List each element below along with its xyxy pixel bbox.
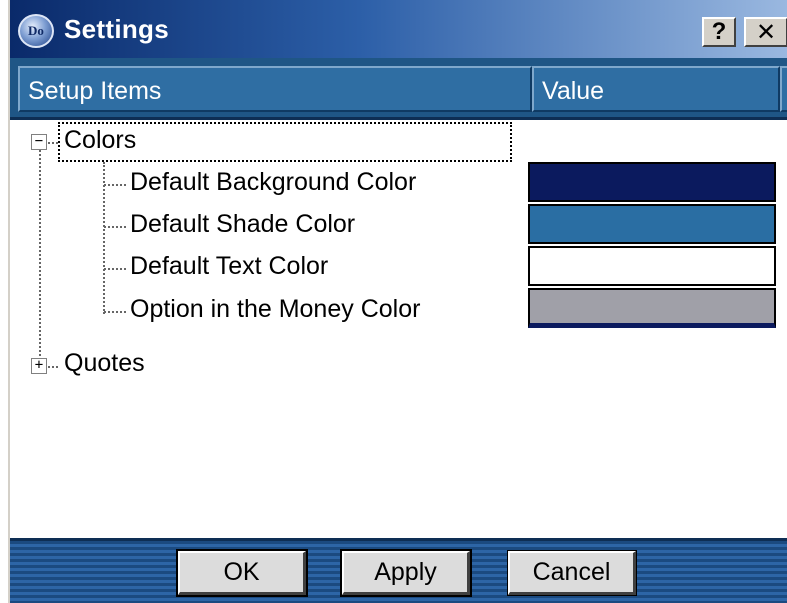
tree-connector bbox=[104, 268, 126, 270]
column-header-value[interactable]: Value bbox=[532, 66, 780, 112]
title-bar[interactable]: Do Settings ? ✕ bbox=[10, 0, 787, 58]
tree-node-quotes[interactable]: Quotes bbox=[64, 349, 145, 378]
button-bar: OK Apply Cancel bbox=[10, 538, 787, 603]
settings-window: Do Settings ? ✕ Setup Items Value − Colo… bbox=[8, 0, 787, 603]
tree-connector-root bbox=[39, 150, 41, 368]
expand-icon[interactable]: + bbox=[31, 358, 47, 374]
tree-node-option-in-the-money-color[interactable]: Option in the Money Color bbox=[130, 295, 420, 324]
close-button[interactable]: ✕ bbox=[744, 17, 787, 47]
ok-button[interactable]: OK bbox=[176, 549, 308, 597]
tree-connector bbox=[104, 311, 126, 313]
color-swatch-default-background[interactable] bbox=[528, 162, 776, 202]
tree-node-colors[interactable]: Colors bbox=[58, 122, 512, 162]
tree-connector bbox=[104, 184, 126, 186]
color-swatch-default-text[interactable] bbox=[528, 246, 776, 286]
app-icon: Do bbox=[18, 14, 54, 48]
tree-node-default-shade-color[interactable]: Default Shade Color bbox=[130, 210, 355, 239]
cancel-button[interactable]: Cancel bbox=[507, 550, 637, 596]
column-header-extra bbox=[780, 66, 787, 112]
tree-node-default-text-color[interactable]: Default Text Color bbox=[130, 252, 328, 281]
window-title: Settings bbox=[64, 14, 169, 44]
column-header-setup-items[interactable]: Setup Items bbox=[18, 66, 532, 112]
color-swatch-default-shade[interactable] bbox=[528, 204, 776, 244]
column-header-bar: Setup Items Value bbox=[10, 58, 787, 120]
help-button[interactable]: ? bbox=[702, 17, 736, 47]
tree-connector bbox=[48, 366, 58, 368]
color-swatch-option-in-the-money[interactable] bbox=[528, 288, 776, 328]
apply-button[interactable]: Apply bbox=[340, 549, 472, 597]
collapse-icon[interactable]: − bbox=[31, 134, 47, 150]
settings-tree: − Colors Default Background Color Defaul… bbox=[10, 120, 787, 538]
tree-node-default-background-color[interactable]: Default Background Color bbox=[130, 168, 416, 197]
close-icon: ✕ bbox=[755, 18, 777, 46]
tree-connector bbox=[104, 226, 126, 228]
tree-connector bbox=[48, 142, 58, 144]
